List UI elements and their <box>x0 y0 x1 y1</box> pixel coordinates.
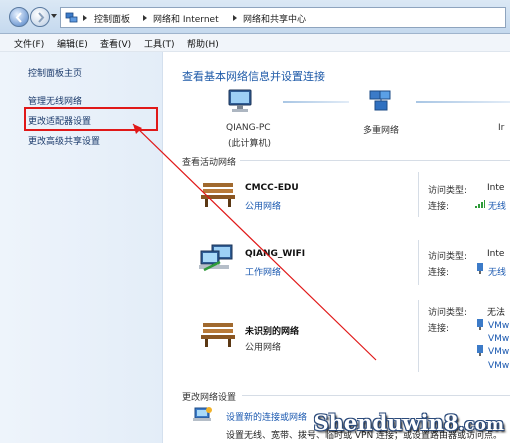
breadcrumb-separator-icon <box>233 15 237 21</box>
forward-button[interactable] <box>30 7 50 27</box>
connection-link[interactable]: 无线 <box>488 265 510 278</box>
menu-bar: 文件(F) 编辑(E) 查看(V) 工具(T) 帮助(H) <box>0 34 510 52</box>
adapter-icon <box>477 263 483 274</box>
menu-help[interactable]: 帮助(H) <box>187 37 219 50</box>
access-type-label: 访问类型: <box>428 252 468 262</box>
connection-label: 连接: <box>428 268 450 278</box>
recent-pages-dropdown-icon[interactable] <box>51 14 57 18</box>
column-divider <box>418 172 419 217</box>
breadcrumb-network-internet[interactable]: 网络和 Internet <box>153 12 219 25</box>
access-type-value: Inte <box>487 249 505 259</box>
map-internet-label: Ir <box>498 123 505 133</box>
section-divider <box>242 395 510 396</box>
network-name: 未识别的网络 <box>245 327 300 337</box>
section-divider <box>240 160 510 161</box>
link-manage-wireless-networks[interactable]: 管理无线网络 <box>28 94 82 107</box>
multiple-networks-icon[interactable] <box>368 88 394 114</box>
address-bar: 控制面板 网络和 Internet 网络和共享中心 <box>0 0 510 34</box>
map-multiple-networks: 多重网络 <box>363 126 400 136</box>
map-computer-name: QIANG-PC <box>226 123 271 133</box>
forward-arrow-icon <box>38 12 45 23</box>
work-network-icon <box>199 244 233 272</box>
breadcrumb-control-panel[interactable]: 控制面板 <box>94 12 130 25</box>
connection-label: 连接: <box>428 202 450 212</box>
setup-new-connection-link[interactable]: 设置新的连接或网络 <box>226 410 307 423</box>
connection-link[interactable]: VMw <box>488 361 510 371</box>
menu-file[interactable]: 文件(F) <box>14 37 44 50</box>
highlight-box <box>24 107 158 131</box>
section-active-networks: 查看活动网络 <box>182 158 237 168</box>
menu-edit[interactable]: 编辑(E) <box>57 37 88 50</box>
connection-link[interactable]: VMw <box>488 321 510 331</box>
network-type-link[interactable]: 工作网络 <box>245 265 281 278</box>
adapter-icon <box>477 345 483 356</box>
network-type-label: 公用网络 <box>245 343 282 353</box>
map-connector-line <box>416 101 510 103</box>
breadcrumb[interactable]: 控制面板 网络和 Internet 网络和共享中心 <box>60 7 506 28</box>
access-type-label: 访问类型: <box>428 186 468 196</box>
access-type-value: 无法 <box>487 308 506 318</box>
connection-label: 连接: <box>428 324 450 334</box>
menu-view[interactable]: 查看(V) <box>100 37 131 50</box>
connection-link[interactable]: 无线 <box>488 199 510 212</box>
bench-icon <box>201 183 235 207</box>
adapter-icon <box>477 319 483 330</box>
back-button[interactable] <box>9 7 29 27</box>
column-divider <box>418 240 419 285</box>
breadcrumb-separator-icon <box>83 15 87 21</box>
network-name: QIANG_WIFI <box>245 249 306 259</box>
network-name: CMCC-EDU <box>245 183 299 193</box>
breadcrumb-network-sharing-center[interactable]: 网络和共享中心 <box>243 12 306 25</box>
back-arrow-icon <box>15 12 22 23</box>
bench-icon <box>201 323 235 347</box>
watermark-suffix: .com <box>458 415 504 435</box>
link-change-advanced-sharing[interactable]: 更改高级共享设置 <box>28 134 100 147</box>
access-type-label: 访问类型: <box>428 308 468 318</box>
network-type-link[interactable]: 公用网络 <box>245 199 281 212</box>
map-computer-sub: (此计算机) <box>228 139 272 149</box>
page-title: 查看基本网络信息并设置连接 <box>182 70 325 83</box>
new-connection-icon <box>193 407 212 421</box>
link-control-panel-home[interactable]: 控制面板主页 <box>28 66 82 79</box>
watermark: Shenduwin8.com <box>313 410 504 435</box>
watermark-main: Shenduwin8 <box>313 410 459 435</box>
column-divider <box>418 300 419 372</box>
network-center-icon <box>65 12 78 23</box>
map-connector-line <box>283 101 349 103</box>
access-type-value: Inte <box>487 183 505 193</box>
menu-tools[interactable]: 工具(T) <box>144 37 175 50</box>
computer-icon[interactable] <box>226 88 256 116</box>
connection-link[interactable]: VMw <box>488 334 510 344</box>
connection-link[interactable]: VMw <box>488 347 510 357</box>
wireless-signal-icon <box>475 200 485 208</box>
section-change-network-settings: 更改网络设置 <box>182 393 237 403</box>
breadcrumb-separator-icon <box>143 15 147 21</box>
